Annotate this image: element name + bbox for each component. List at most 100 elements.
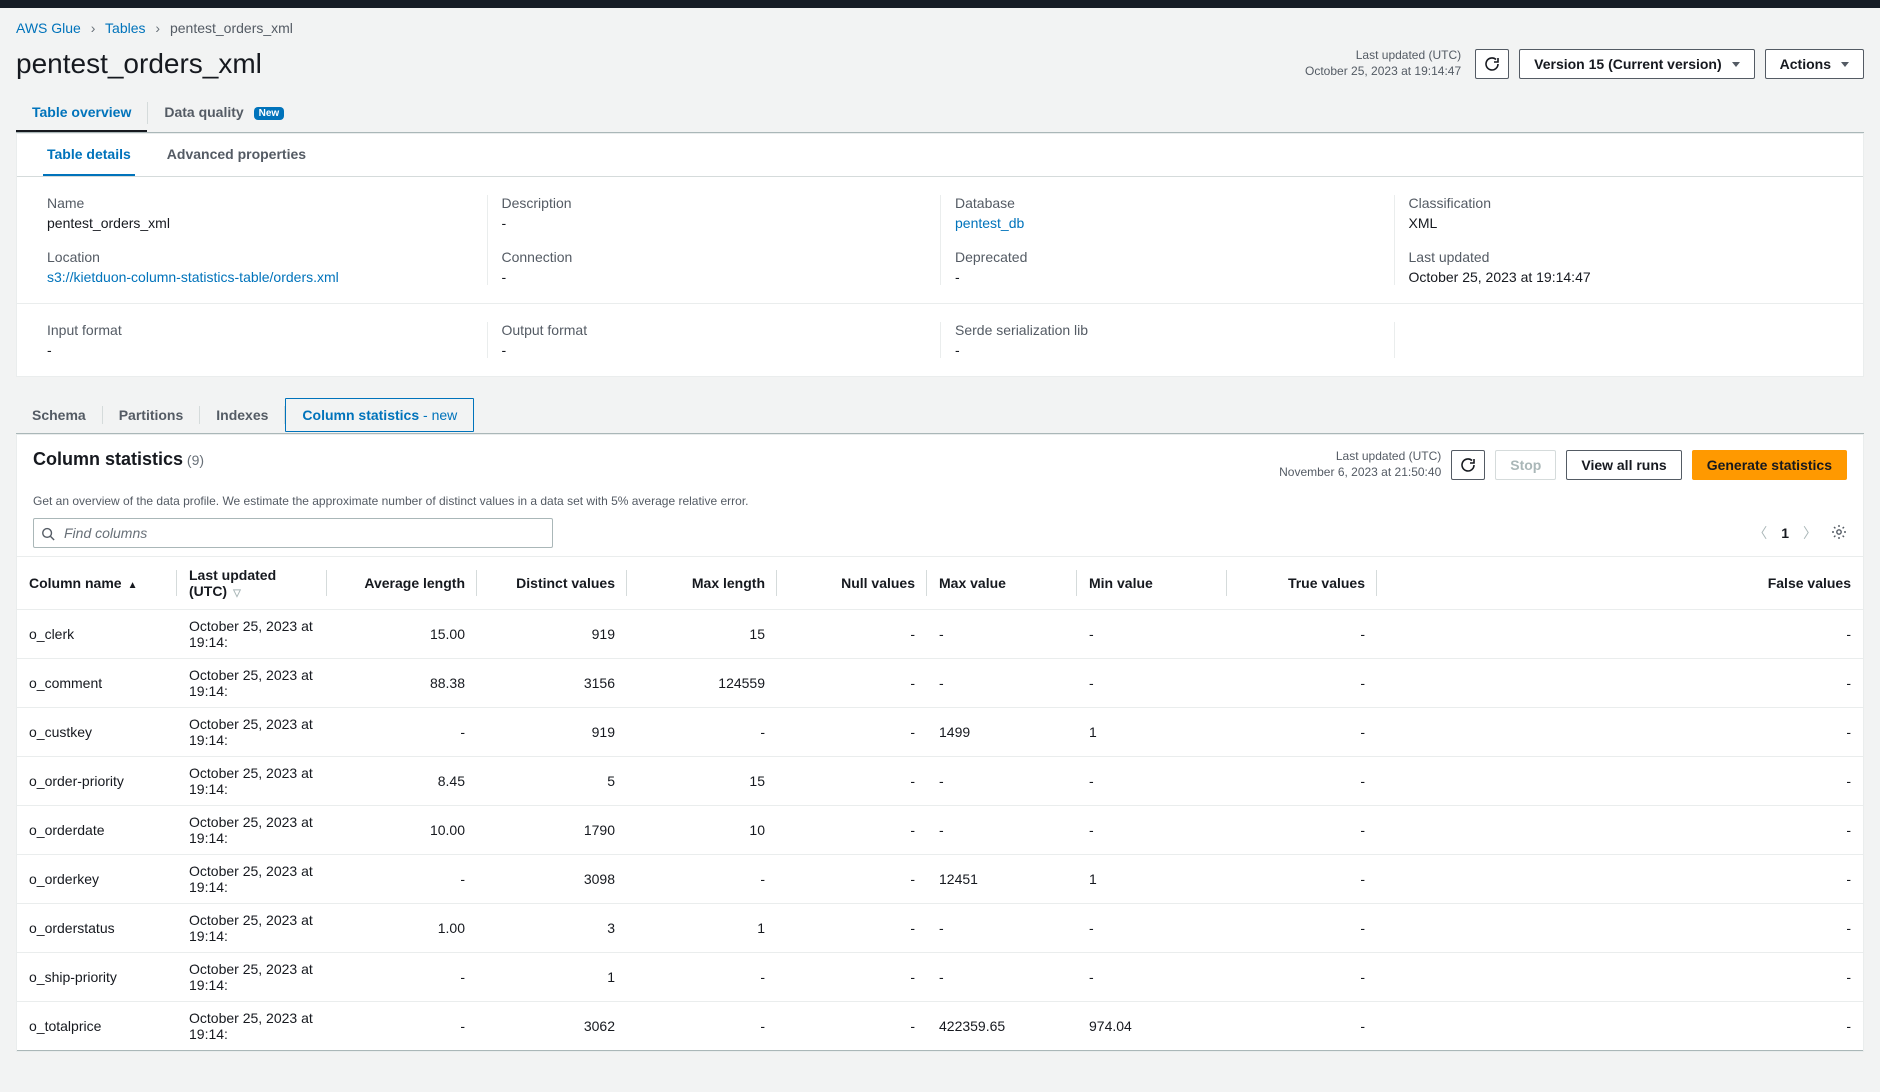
- cell-updated: October 25, 2023 at 19:14:: [177, 757, 327, 806]
- table-row[interactable]: o_commentOctober 25, 2023 at 19:14:88.38…: [17, 659, 1863, 708]
- col-updated-header[interactable]: Last updated (UTC)▽: [177, 557, 327, 610]
- cell-distinct: 919: [477, 708, 627, 757]
- stats-last-updated-block: Last updated (UTC) November 6, 2023 at 2…: [1279, 449, 1441, 480]
- table-details-panel: Table details Advanced properties Name p…: [16, 133, 1864, 377]
- cell-maxv: 12451: [927, 855, 1077, 904]
- table-row[interactable]: o_orderstatusOctober 25, 2023 at 19:14:1…: [17, 904, 1863, 953]
- subtab-advanced-properties[interactable]: Advanced properties: [163, 134, 310, 176]
- cell-null: -: [777, 904, 927, 953]
- col-null-header[interactable]: Null values: [777, 557, 927, 610]
- last-updated-block: Last updated (UTC) October 25, 2023 at 1…: [1305, 48, 1461, 79]
- page-title: pentest_orders_xml: [16, 48, 262, 80]
- cell-null: -: [777, 708, 927, 757]
- section-tab-partitions[interactable]: Partitions: [103, 397, 200, 433]
- col-min-value-header[interactable]: Min value: [1077, 557, 1227, 610]
- table-row[interactable]: o_orderkeyOctober 25, 2023 at 19:14:-309…: [17, 855, 1863, 904]
- search-input[interactable]: [33, 518, 553, 548]
- view-all-runs-button[interactable]: View all runs: [1566, 450, 1681, 480]
- cell-null: -: [777, 806, 927, 855]
- cell-maxlen: 10: [627, 806, 777, 855]
- breadcrumb-root[interactable]: AWS Glue: [16, 20, 81, 36]
- table-row[interactable]: o_totalpriceOctober 25, 2023 at 19:14:-3…: [17, 1002, 1863, 1051]
- cell-maxlen: 15: [627, 610, 777, 659]
- tab-table-overview[interactable]: Table overview: [16, 94, 147, 132]
- settings-button[interactable]: [1831, 524, 1847, 543]
- cell-true: -: [1227, 904, 1377, 953]
- cell-minv: 974.04: [1077, 1002, 1227, 1051]
- stats-count: (9): [187, 452, 204, 468]
- sort-icon: ▽: [233, 588, 241, 599]
- cell-maxv: -: [927, 904, 1077, 953]
- cell-name: o_custkey: [17, 708, 177, 757]
- section-tab-schema[interactable]: Schema: [16, 397, 102, 433]
- cell-true: -: [1227, 757, 1377, 806]
- col-distinct-header[interactable]: Distinct values: [477, 557, 627, 610]
- detail-connection-value: -: [502, 269, 927, 285]
- cell-distinct: 919: [477, 610, 627, 659]
- col-max-length-header[interactable]: Max length: [627, 557, 777, 610]
- cell-true: -: [1227, 610, 1377, 659]
- next-page-button[interactable]: 〉: [1803, 523, 1817, 543]
- section-tab-column-statistics-label: Column statistics: [302, 407, 419, 423]
- cell-updated: October 25, 2023 at 19:14:: [177, 1002, 327, 1051]
- cell-minv: -: [1077, 904, 1227, 953]
- version-dropdown[interactable]: Version 15 (Current version): [1519, 49, 1755, 79]
- top-bar: [0, 0, 1880, 8]
- prev-page-button[interactable]: 〈: [1753, 523, 1767, 543]
- cell-name: o_order-priority: [17, 757, 177, 806]
- cell-updated: October 25, 2023 at 19:14:: [177, 953, 327, 1002]
- stats-last-updated-label: Last updated (UTC): [1279, 449, 1441, 465]
- col-name-header[interactable]: Column name▲: [17, 557, 177, 610]
- stats-refresh-button[interactable]: [1451, 450, 1485, 480]
- cell-distinct: 3156: [477, 659, 627, 708]
- cell-true: -: [1227, 659, 1377, 708]
- refresh-button[interactable]: [1475, 49, 1509, 79]
- table-row[interactable]: o_custkeyOctober 25, 2023 at 19:14:-919-…: [17, 708, 1863, 757]
- tab-data-quality[interactable]: Data quality New: [148, 94, 300, 132]
- actions-label: Actions: [1780, 56, 1831, 72]
- cell-updated: October 25, 2023 at 19:14:: [177, 659, 327, 708]
- cell-true: -: [1227, 855, 1377, 904]
- cell-false: -: [1377, 1002, 1863, 1051]
- refresh-icon: [1460, 457, 1476, 473]
- col-max-value-header[interactable]: Max value: [927, 557, 1077, 610]
- section-tab-indexes[interactable]: Indexes: [200, 397, 284, 433]
- detail-database-link[interactable]: pentest_db: [955, 215, 1024, 231]
- section-tabs: Schema Partitions Indexes Column statist…: [16, 397, 1864, 434]
- actions-dropdown[interactable]: Actions: [1765, 49, 1864, 79]
- subtab-table-details[interactable]: Table details: [43, 134, 135, 176]
- stop-button[interactable]: Stop: [1495, 450, 1556, 480]
- detail-location-link[interactable]: s3://kietduon-column-statistics-table/or…: [47, 269, 339, 285]
- cell-maxv: 422359.65: [927, 1002, 1077, 1051]
- table-row[interactable]: o_order-priorityOctober 25, 2023 at 19:1…: [17, 757, 1863, 806]
- cell-maxlen: -: [627, 855, 777, 904]
- last-updated-label: Last updated (UTC): [1305, 48, 1461, 64]
- cell-maxv: -: [927, 610, 1077, 659]
- cell-null: -: [777, 757, 927, 806]
- caret-down-icon: [1841, 62, 1849, 67]
- generate-statistics-button[interactable]: Generate statistics: [1692, 450, 1847, 480]
- cell-false: -: [1377, 757, 1863, 806]
- detail-location-label: Location: [47, 249, 473, 265]
- detail-input-format-value: -: [47, 342, 473, 358]
- table-row[interactable]: o_orderdateOctober 25, 2023 at 19:14:10.…: [17, 806, 1863, 855]
- detail-serde-value: -: [955, 342, 1380, 358]
- cell-maxlen: 124559: [627, 659, 777, 708]
- col-true-header[interactable]: True values: [1227, 557, 1377, 610]
- cell-maxlen: 15: [627, 757, 777, 806]
- cell-maxlen: -: [627, 1002, 777, 1051]
- breadcrumb-tables[interactable]: Tables: [105, 20, 145, 36]
- col-avg-length-header[interactable]: Average length: [327, 557, 477, 610]
- caret-down-icon: [1732, 62, 1740, 67]
- table-row[interactable]: o_clerkOctober 25, 2023 at 19:14:15.0091…: [17, 610, 1863, 659]
- cell-maxv: -: [927, 659, 1077, 708]
- col-false-header[interactable]: False values: [1377, 557, 1863, 610]
- main-tabs: Table overview Data quality New: [16, 94, 1864, 133]
- cell-minv: -: [1077, 806, 1227, 855]
- cell-updated: October 25, 2023 at 19:14:: [177, 904, 327, 953]
- new-badge: New: [254, 107, 285, 120]
- detail-name-label: Name: [47, 195, 473, 211]
- cell-avg: -: [327, 708, 477, 757]
- section-tab-column-statistics[interactable]: Column statistics - new: [285, 398, 474, 432]
- table-row[interactable]: o_ship-priorityOctober 25, 2023 at 19:14…: [17, 953, 1863, 1002]
